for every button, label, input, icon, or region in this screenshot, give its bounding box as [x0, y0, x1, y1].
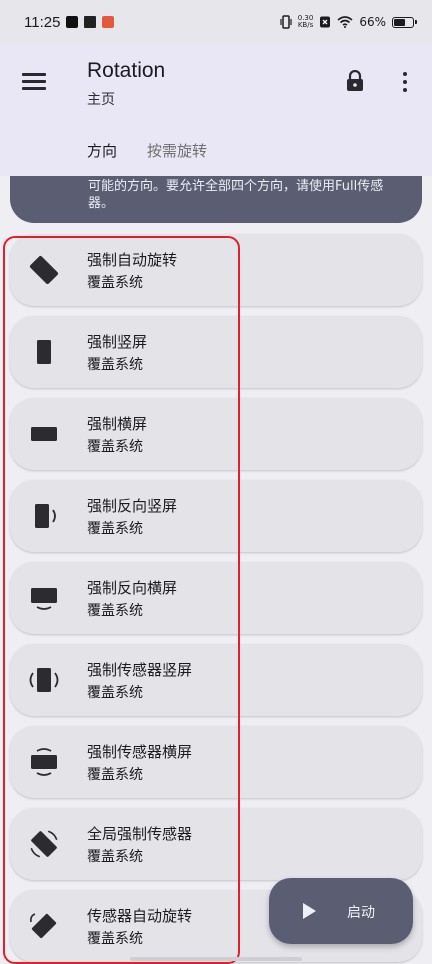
sim-icon: [320, 16, 331, 28]
portrait-icon: [37, 340, 51, 364]
sensor-auto-rotate-icon: [30, 913, 57, 939]
item-title: 强制传感器竖屏: [87, 661, 193, 679]
reverse-landscape-icon: [31, 588, 57, 610]
item-subtitle: 覆盖系统: [87, 357, 143, 373]
lock-icon[interactable]: [345, 70, 365, 92]
info-card-text: 可能的方向。要允许全部四个方向，请使用Full传感器。: [88, 179, 384, 211]
list-item-portrait[interactable]: 强制竖屏 覆盖系统: [10, 316, 422, 388]
reverse-portrait-icon: [35, 504, 56, 528]
main-content: 可能的方向。要允许全部四个方向，请使用Full传感器。 强制自动旋转 覆盖系统 …: [0, 176, 432, 964]
item-title: 强制横屏: [87, 415, 148, 433]
battery-fill: [394, 18, 406, 26]
item-title: 强制反向横屏: [87, 579, 178, 597]
network-speed: 0.30 KB/s: [298, 15, 314, 29]
notification-icon: [84, 16, 97, 28]
list-item-reverse-landscape[interactable]: 强制反向横屏 覆盖系统: [10, 562, 422, 634]
landscape-icon: [31, 427, 57, 441]
info-card: 可能的方向。要允许全部四个方向，请使用Full传感器。: [10, 176, 422, 223]
tiktok-notification-icon: [66, 16, 79, 28]
app-notification-icon: [102, 16, 115, 28]
item-subtitle: 覆盖系统: [87, 275, 143, 291]
play-icon: [303, 903, 316, 919]
list-item-sensor-portrait[interactable]: 强制传感器竖屏 覆盖系统: [10, 644, 422, 716]
start-button[interactable]: 启动: [269, 878, 413, 944]
item-subtitle: 覆盖系统: [87, 439, 143, 455]
tab-orientation[interactable]: 方向: [87, 140, 117, 161]
battery-icon: [392, 16, 417, 28]
status-time: 11:25: [24, 13, 61, 31]
sensor-landscape-icon: [31, 748, 57, 776]
list-item-full-sensor[interactable]: 全局强制传感器 覆盖系统: [10, 808, 422, 880]
item-title: 强制传感器横屏: [87, 743, 193, 761]
item-subtitle: 覆盖系统: [87, 685, 143, 701]
item-title: 强制竖屏: [87, 333, 148, 351]
status-right: 0.30 KB/s 66%: [280, 15, 417, 29]
auto-rotate-icon: [29, 255, 59, 285]
list-item-sensor-landscape[interactable]: 强制传感器横屏 覆盖系统: [10, 726, 422, 798]
item-title: 传感器自动旋转: [87, 907, 193, 925]
list-item-auto-rotate[interactable]: 强制自动旋转 覆盖系统: [10, 234, 422, 306]
battery-percent: 66%: [359, 15, 386, 29]
wifi-icon: [337, 16, 353, 28]
more-options-icon[interactable]: [398, 70, 412, 94]
item-subtitle: 覆盖系统: [87, 767, 143, 783]
vibrate-icon: [280, 15, 292, 29]
start-button-label: 启动: [347, 905, 375, 921]
list-item-reverse-portrait[interactable]: 强制反向竖屏 覆盖系统: [10, 480, 422, 552]
item-subtitle: 覆盖系统: [87, 603, 143, 619]
menu-icon[interactable]: [20, 68, 48, 96]
gesture-bar: [130, 957, 302, 961]
tab-bar: 方向 按需旋转: [0, 136, 432, 176]
app-title: Rotation: [87, 59, 166, 82]
full-sensor-icon: [30, 830, 58, 858]
status-bar: 11:25 0.30 KB/s 66%: [0, 0, 432, 44]
tab-on-demand-rotation[interactable]: 按需旋转: [147, 140, 207, 161]
item-subtitle: 覆盖系统: [87, 521, 143, 537]
app-subtitle: 主页: [87, 92, 115, 108]
item-title: 强制反向竖屏: [87, 497, 178, 515]
sensor-portrait-icon: [29, 668, 59, 692]
item-title: 全局强制传感器: [87, 825, 193, 843]
app-bar: Rotation 主页 方向 按需旋转: [0, 44, 432, 176]
network-speed-unit: KB/s: [297, 21, 314, 29]
list-item-landscape[interactable]: 强制横屏 覆盖系统: [10, 398, 422, 470]
item-subtitle: 覆盖系统: [87, 849, 143, 865]
item-title: 强制自动旋转: [87, 251, 178, 269]
status-left: 11:25: [24, 13, 115, 31]
item-subtitle: 覆盖系统: [87, 931, 143, 947]
